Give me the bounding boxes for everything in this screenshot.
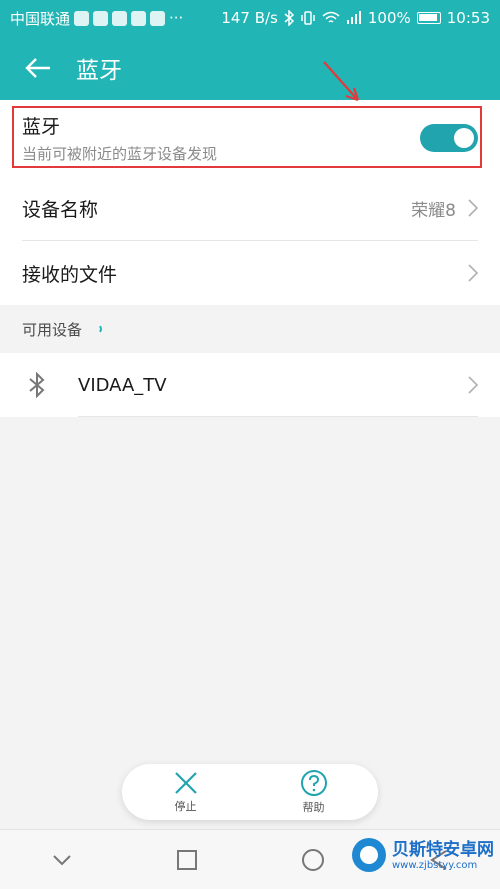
- device-name-label: 设备名称: [22, 198, 99, 221]
- settings-content: 蓝牙 当前可被附近的蓝牙设备发现 设备名称 荣耀8 接收的文件 可用设备 VID…: [0, 100, 500, 417]
- available-devices-header: 可用设备: [0, 305, 500, 353]
- battery-icon: [416, 12, 441, 24]
- help-icon: [300, 770, 327, 796]
- divider: [78, 416, 478, 417]
- received-files-row[interactable]: 接收的文件: [0, 241, 500, 305]
- bluetooth-icon: [284, 10, 294, 26]
- available-devices-label: 可用设备: [22, 320, 83, 339]
- app-notification-icon: [131, 10, 147, 26]
- scanning-spinner-icon: [92, 324, 103, 334]
- chevron-right-icon: [468, 264, 478, 282]
- chevron-right-icon: [468, 376, 478, 394]
- settings-card: 蓝牙 当前可被附近的蓝牙设备发现 设备名称 荣耀8 接收的文件: [0, 100, 500, 305]
- status-bar: 中国联通 ··· 147 B/s 100% 10:53: [0, 0, 500, 36]
- clock: 10:53: [446, 9, 490, 27]
- action-bar: 停止 帮助: [122, 764, 378, 820]
- watermark: 贝斯特安卓网 www.zjbstyy.com: [352, 838, 494, 872]
- watermark-url: www.zjbstyy.com: [392, 859, 478, 871]
- network-speed: 147 B/s: [221, 9, 278, 27]
- signal-icon: [346, 11, 361, 24]
- shield-app-icon: [74, 10, 90, 26]
- wifi-icon: [322, 11, 340, 23]
- battery-percent: 100%: [367, 9, 411, 27]
- switch-knob: [454, 128, 474, 148]
- help-label: 帮助: [302, 801, 325, 814]
- close-icon: [174, 772, 197, 794]
- watermark-name: 贝斯特安卓网: [392, 839, 494, 860]
- stop-label: 停止: [174, 800, 197, 813]
- device-label: VIDAA_TV: [78, 374, 167, 396]
- back-button[interactable]: [0, 36, 76, 100]
- watermark-logo-icon: [352, 838, 386, 872]
- bluetooth-toggle-row[interactable]: 蓝牙 当前可被附近的蓝牙设备发现: [0, 100, 500, 176]
- device-list: VIDAA_TV: [0, 353, 500, 417]
- more-notifications: ···: [169, 9, 184, 27]
- back-arrow-icon: [25, 58, 50, 78]
- received-files-label: 接收的文件: [22, 263, 118, 286]
- app-bar: 蓝牙: [0, 36, 500, 100]
- tiktok-icon: [150, 10, 166, 26]
- bluetooth-switch[interactable]: [420, 124, 478, 152]
- bluetooth-title: 蓝牙: [22, 116, 61, 138]
- carrier-label: 中国联通: [10, 9, 71, 28]
- page-title: 蓝牙: [76, 58, 122, 84]
- home-circle-icon[interactable]: [301, 848, 325, 872]
- app-notification-icon: [93, 10, 109, 26]
- vibrate-icon: [301, 11, 315, 25]
- help-button[interactable]: 帮助: [300, 769, 328, 815]
- bluetooth-subtitle: 当前可被附近的蓝牙设备发现: [22, 145, 218, 163]
- device-name-value: 荣耀8: [411, 200, 456, 221]
- app-notification-icon: [112, 10, 128, 26]
- device-name-row[interactable]: 设备名称 荣耀8: [0, 176, 500, 240]
- chevron-down-icon[interactable]: [52, 854, 72, 866]
- list-item[interactable]: VIDAA_TV: [0, 353, 500, 417]
- stop-button[interactable]: 停止: [173, 770, 199, 814]
- recents-square-icon[interactable]: [176, 849, 197, 870]
- bluetooth-icon: [29, 372, 45, 398]
- chevron-right-icon: [468, 199, 478, 217]
